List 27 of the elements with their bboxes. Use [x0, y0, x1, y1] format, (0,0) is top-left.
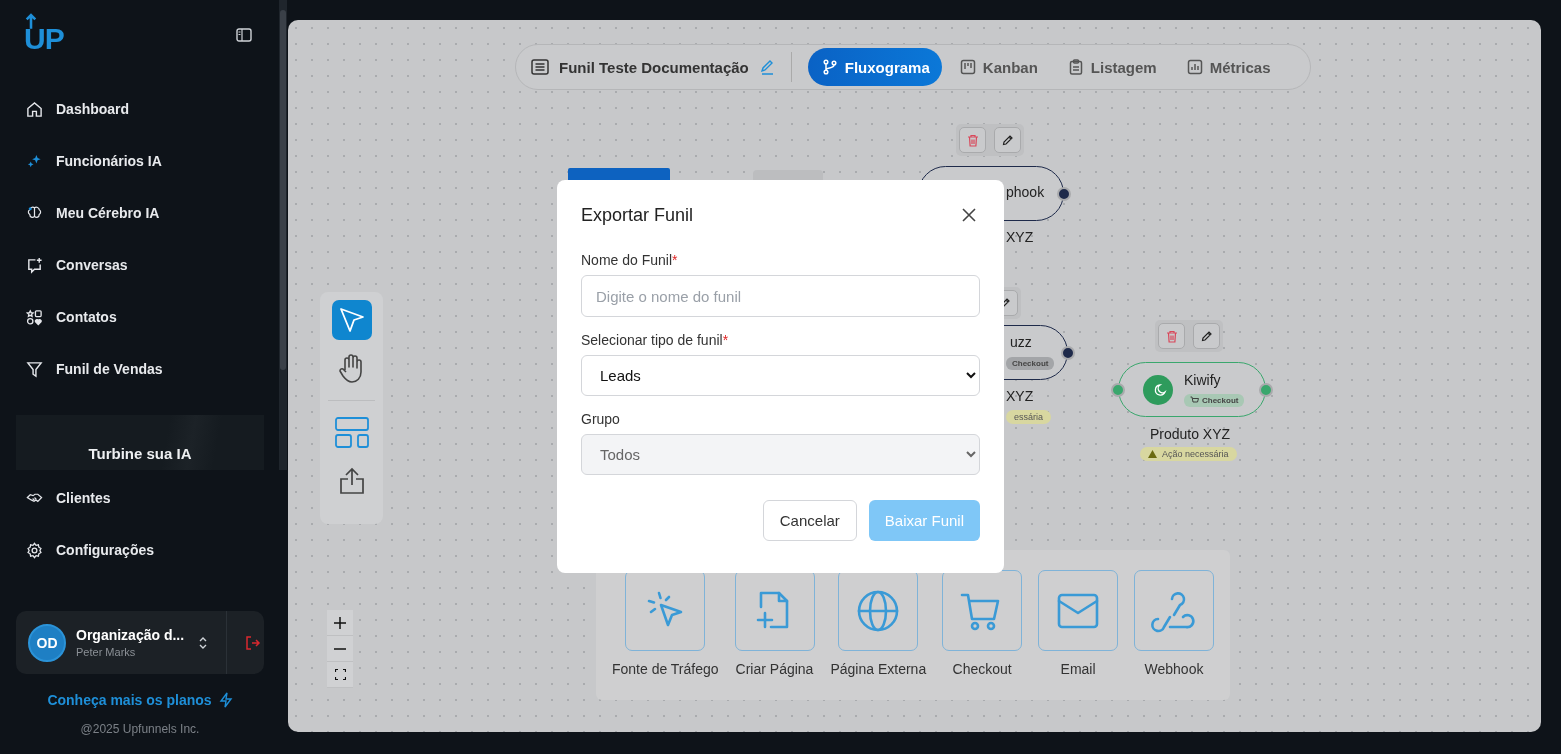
node-label: XYZ	[1006, 229, 1034, 245]
palette-label: Email	[1060, 661, 1096, 677]
node-title: uzz	[1010, 334, 1032, 350]
palette-label: Fonte de Tráfego	[611, 661, 719, 677]
palette-label: Página Externa	[830, 661, 927, 677]
account-user: Peter Marks	[76, 646, 137, 658]
account-name: Organização d...	[76, 627, 186, 643]
logo: UP	[24, 12, 64, 54]
avatar: OD	[28, 623, 66, 662]
node-title: phook	[1006, 184, 1045, 200]
funnel-name: Funil Teste Documentação	[559, 58, 749, 76]
status-tag: essária	[1006, 410, 1051, 424]
palette-label: Criar Página	[735, 661, 814, 677]
node-label: XYZ	[1006, 388, 1034, 404]
status-tag: Ação necessária	[1140, 447, 1237, 461]
dialog-title: Exportar Funil	[581, 204, 694, 226]
copyright: @2025 Upfunnels Inc.	[80, 722, 200, 736]
field-label: Nome do Funil*	[581, 252, 679, 268]
node-tag: Checkout	[1006, 357, 1055, 370]
promo-title: Turbine sua IA	[88, 445, 192, 462]
node-tag: Checkout	[1184, 394, 1245, 407]
palette-label: Webhook	[1144, 661, 1204, 677]
field-label: Grupo	[581, 411, 621, 427]
field-label: Selecionar tipo de funil*	[581, 332, 730, 348]
node-title: Kiwify	[1184, 372, 1221, 388]
node-label: Produto XYZ	[1148, 426, 1232, 442]
palette-label: Checkout	[952, 661, 1012, 677]
